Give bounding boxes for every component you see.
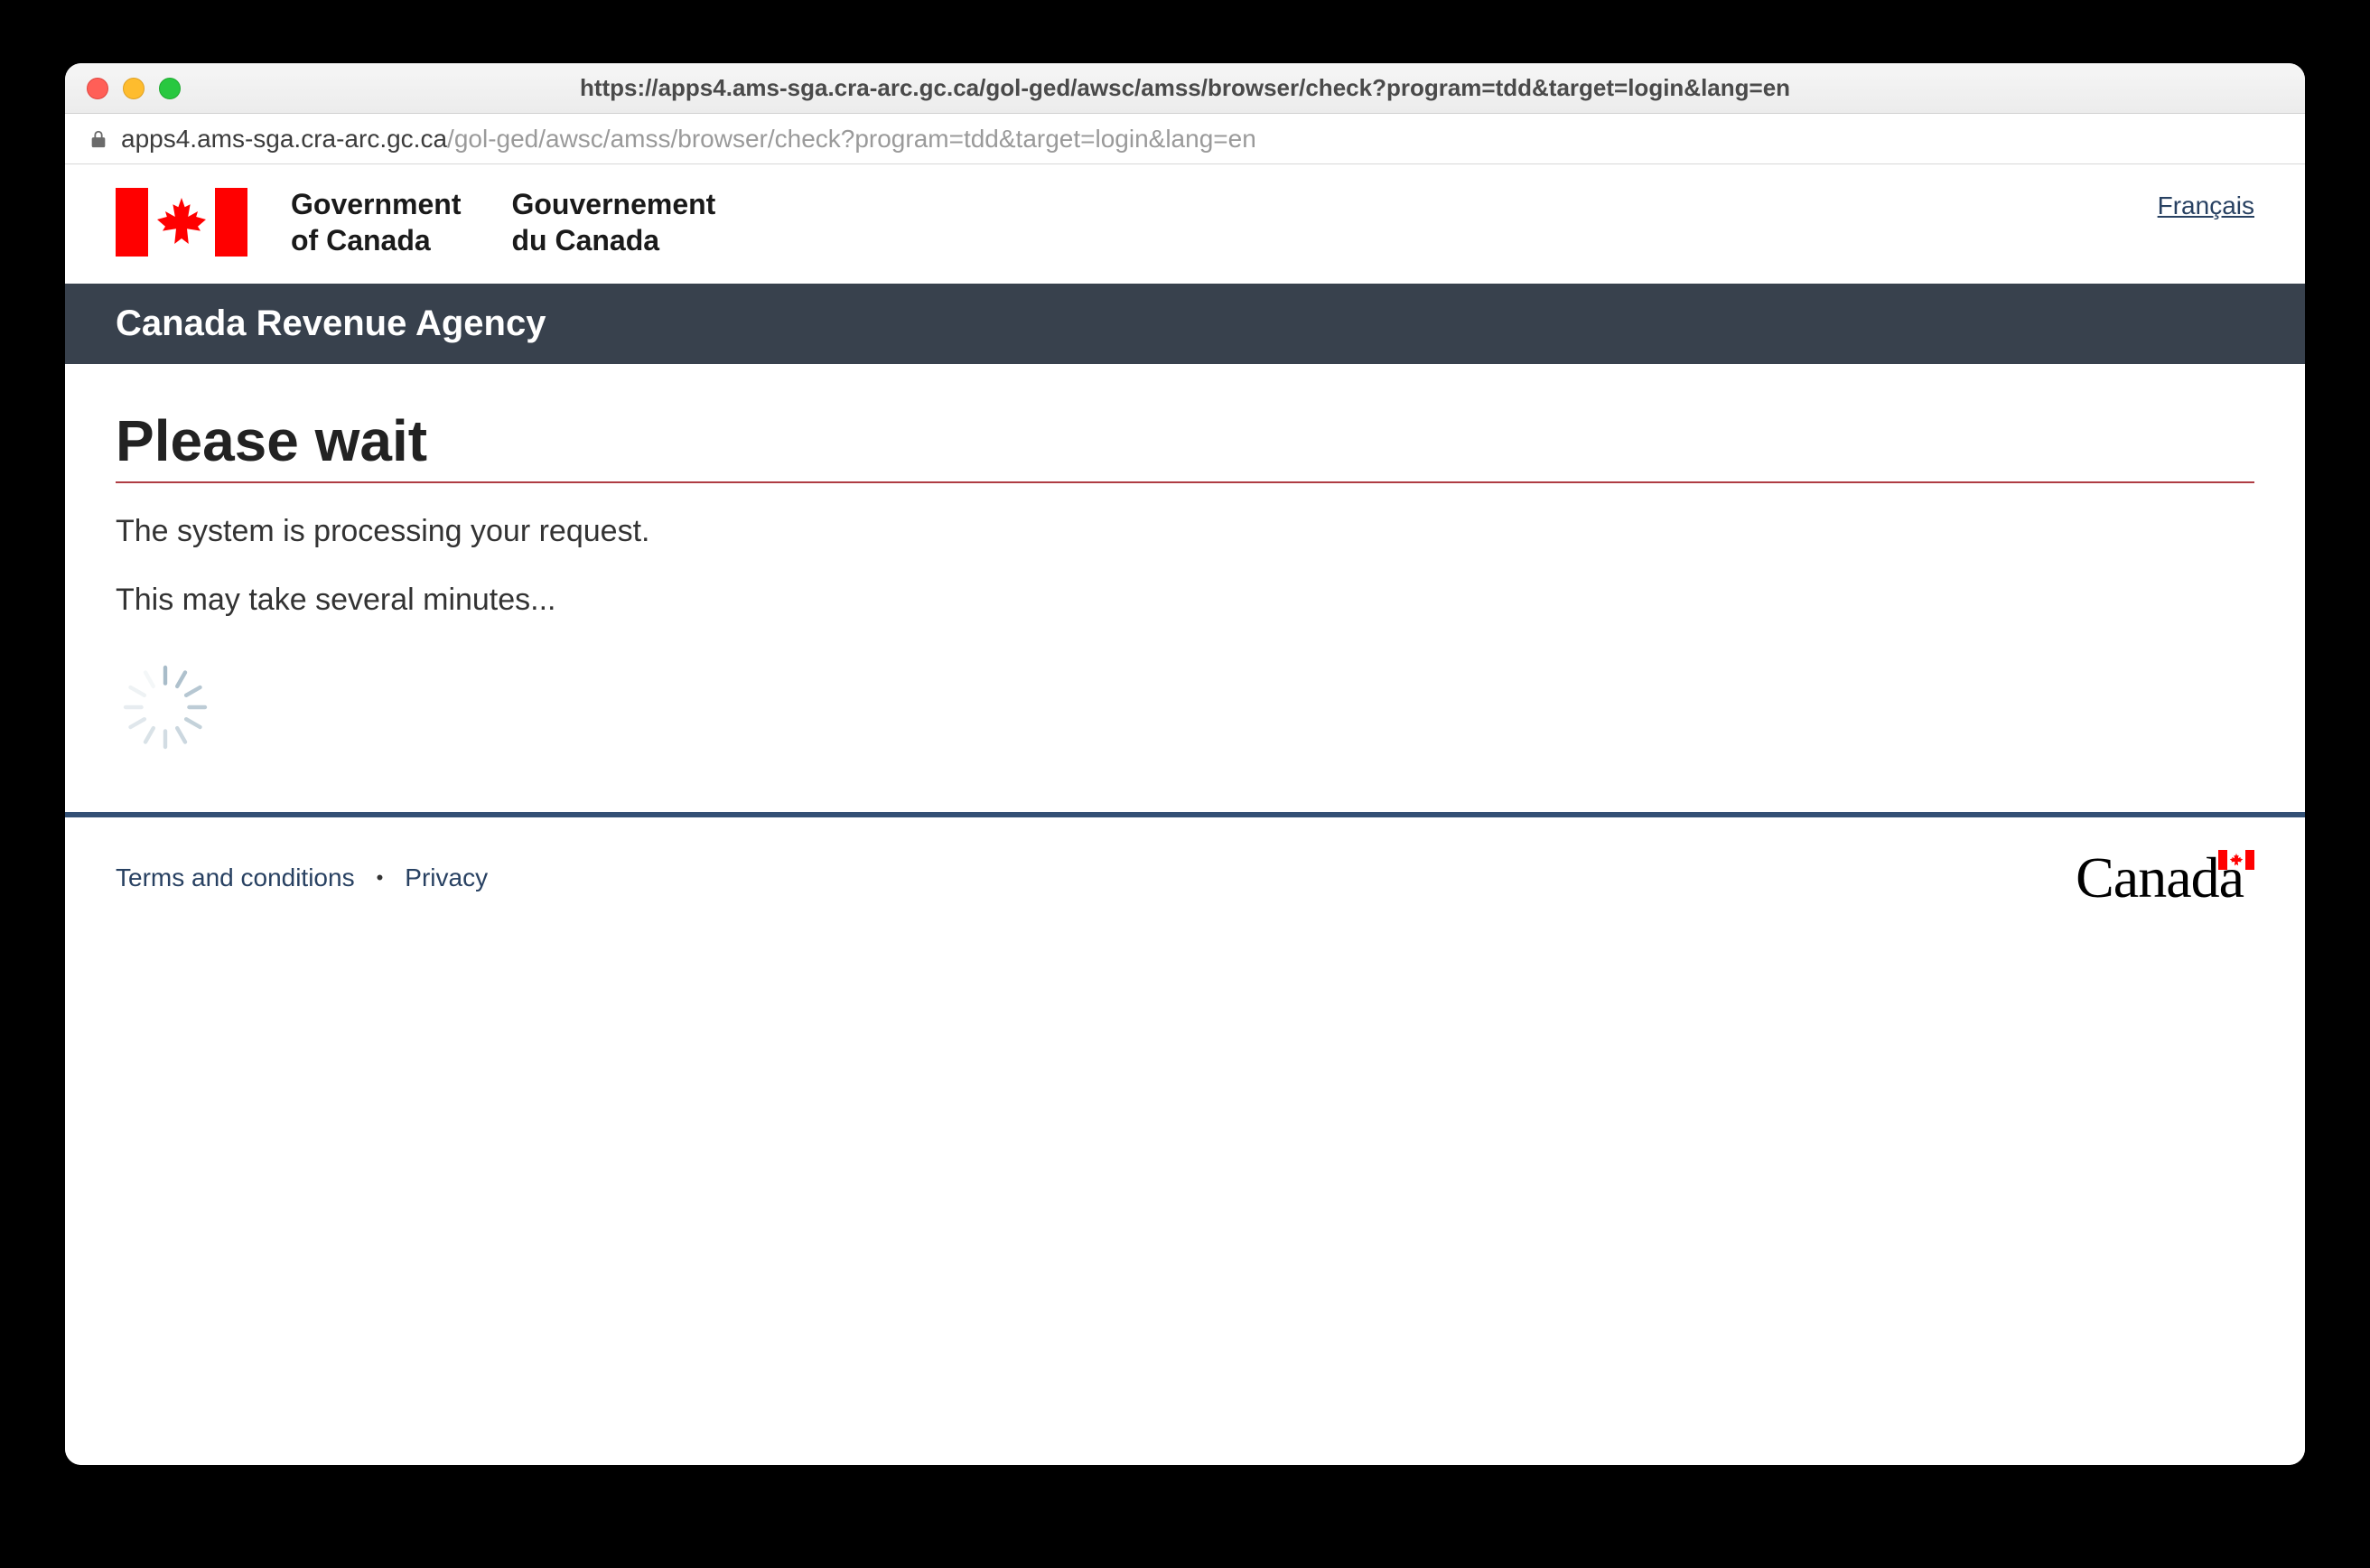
url-text: apps4.ams-sga.cra-arc.gc.ca/gol-ged/awsc… [121, 125, 1256, 154]
browser-window: https://apps4.ams-sga.cra-arc.gc.ca/gol-… [65, 63, 2305, 1465]
window-titlebar: https://apps4.ams-sga.cra-arc.gc.ca/gol-… [65, 63, 2305, 114]
privacy-link[interactable]: Privacy [405, 863, 488, 892]
canada-flag-icon [116, 188, 247, 257]
window-close-button[interactable] [87, 78, 108, 99]
lock-icon [89, 129, 108, 149]
url-path: /gol-ged/awsc/amss/browser/check?program… [447, 125, 1256, 153]
goc-header: Government of Canada Gouvernement du Can… [65, 164, 2305, 284]
processing-text: The system is processing your request. [116, 510, 2254, 554]
footer: Terms and conditions • Privacy Canada [65, 817, 2305, 966]
page-content: Government of Canada Gouvernement du Can… [65, 164, 2305, 1465]
agency-bar: Canada Revenue Agency [65, 284, 2305, 364]
wait-text: This may take several minutes... [116, 579, 2254, 622]
canada-wordmark: Canada [2076, 845, 2254, 911]
main-content: Please wait The system is processing you… [65, 364, 2305, 812]
gov-text-en: Government of Canada [291, 186, 461, 258]
window-title: https://apps4.ams-sga.cra-arc.gc.ca/gol-… [83, 74, 2287, 102]
address-bar[interactable]: apps4.ams-sga.cra-arc.gc.ca/gol-ged/awsc… [65, 114, 2305, 164]
footer-separator: • [377, 866, 384, 890]
loading-spinner-icon [116, 658, 215, 757]
window-minimize-button[interactable] [123, 78, 145, 99]
url-host: apps4.ams-sga.cra-arc.gc.ca [121, 125, 447, 153]
footer-links: Terms and conditions • Privacy [116, 863, 488, 892]
window-controls [87, 78, 181, 99]
goc-logo: Government of Canada Gouvernement du Can… [116, 186, 715, 258]
language-toggle-link[interactable]: Français [2158, 186, 2254, 220]
goc-signature-text: Government of Canada Gouvernement du Can… [291, 186, 715, 258]
terms-link[interactable]: Terms and conditions [116, 863, 355, 892]
page-title: Please wait [116, 407, 2254, 483]
canada-wordmark-flag-icon [2218, 850, 2254, 870]
gov-text-fr: Gouvernement du Canada [511, 186, 715, 258]
window-zoom-button[interactable] [159, 78, 181, 99]
